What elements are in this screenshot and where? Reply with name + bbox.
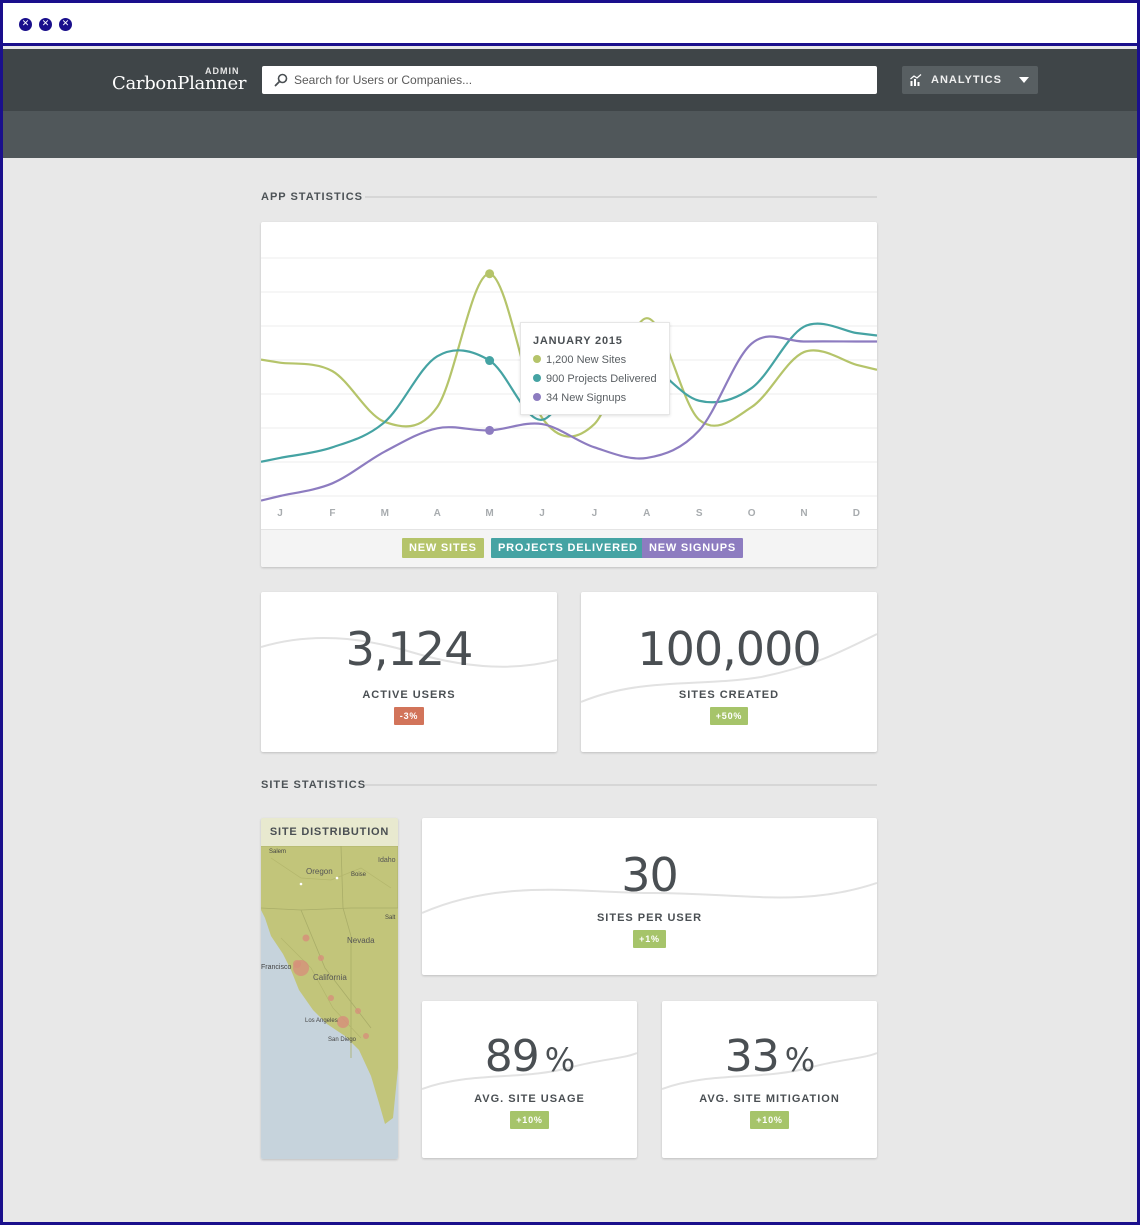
change-badge: -3% <box>393 707 425 725</box>
change-badge: +1% <box>633 930 666 948</box>
analytics-chart-icon <box>910 74 922 86</box>
legend-toggle-new-signups[interactable]: NEW SIGNUPS <box>642 538 744 558</box>
map-place-label: San Diego <box>328 1037 357 1043</box>
legend-dot-icon <box>533 393 541 401</box>
section-divider <box>365 784 877 786</box>
x-tick-label: A <box>643 508 650 519</box>
stat-card-sites-created: 100,000 SITES CREATED +50% <box>581 592 877 752</box>
stat-value: 89% <box>422 1031 637 1082</box>
stat-value: 33% <box>662 1031 877 1082</box>
highlight-point[interactable] <box>485 356 495 366</box>
section-title-site-statistics: SITE STATISTICS <box>261 779 367 791</box>
map-place-label: Nevada <box>347 936 375 945</box>
map-place-label: Francisco <box>261 964 292 971</box>
stat-label: AVG. SITE MITIGATION <box>699 1093 840 1105</box>
map-place-label: Idaho <box>378 857 396 864</box>
highlight-point[interactable] <box>485 269 495 279</box>
legend-dot-icon <box>533 374 541 382</box>
stat-label: ACTIVE USERS <box>362 689 456 701</box>
site-distribution-map-card[interactable]: SITE DISTRIBUTION Salem Oregon Idaho Boi… <box>261 818 398 1159</box>
tooltip-row-projects: 900 Projects Delivered <box>533 373 657 385</box>
change-badge: +10% <box>750 1111 789 1129</box>
chart-legend: NEW SITES PROJECTS DELIVERED NEW SIGNUPS <box>261 529 877 567</box>
x-tick-label: S <box>696 508 703 519</box>
analytics-button-label: ANALYTICS <box>931 74 1002 86</box>
app-statistics-chart-card: J F M A M J J A S O N D JANUARY 2015 1,200 New Site… <box>261 222 877 567</box>
map-title: SITE DISTRIBUTION <box>261 818 398 846</box>
tooltip-row-text: 900 Projects Delivered <box>546 373 657 385</box>
app-logo[interactable]: CarbonPlanner <box>112 73 247 94</box>
stat-card-active-users: 3,124 ACTIVE USERS -3% <box>261 592 557 752</box>
x-tick-label: J <box>592 508 598 519</box>
x-tick-label: J <box>277 508 283 519</box>
x-tick-label: J <box>539 508 545 519</box>
legend-dot-icon <box>533 355 541 363</box>
section-title-app-statistics: APP STATISTICS <box>261 191 364 203</box>
map-place-label: California <box>313 973 347 982</box>
top-navbar: ADMIN CarbonPlanner ANALYTICS <box>3 49 1137 111</box>
map-place-label: Oregon <box>306 867 333 876</box>
window-chrome: ✕ ✕ ✕ <box>3 3 1137 46</box>
stat-value: 30 <box>621 848 679 902</box>
analytics-dropdown-button[interactable]: ANALYTICS <box>902 66 1038 94</box>
tooltip-title: JANUARY 2015 <box>533 335 623 347</box>
search-box[interactable] <box>262 66 877 94</box>
sub-header-bar <box>3 111 1137 158</box>
tooltip-row-text: 34 New Signups <box>546 392 627 404</box>
legend-toggle-new-sites[interactable]: NEW SITES <box>402 538 484 558</box>
search-input[interactable] <box>294 66 864 94</box>
x-tick-label: N <box>800 508 807 519</box>
stat-label: SITES PER USER <box>596 912 703 924</box>
highlight-point[interactable] <box>485 425 495 435</box>
change-badge: +50% <box>709 707 749 725</box>
stat-number: 89 <box>484 1031 540 1082</box>
map-place-label: Los Angeles <box>305 1018 338 1024</box>
change-badge: +10% <box>510 1111 549 1129</box>
x-tick-label: M <box>485 508 493 519</box>
legend-toggle-projects-delivered[interactable]: PROJECTS DELIVERED <box>491 538 645 558</box>
x-tick-label: M <box>381 508 389 519</box>
stat-label: SITES CREATED <box>678 689 780 701</box>
window-close-icon[interactable]: ✕ <box>39 18 52 31</box>
stat-label: AVG. SITE USAGE <box>474 1093 585 1105</box>
stat-unit: % <box>784 1041 815 1079</box>
x-tick-label: A <box>434 508 441 519</box>
tooltip-row-signups: 34 New Signups <box>533 392 626 404</box>
search-icon <box>274 73 288 87</box>
x-tick-label: D <box>853 508 860 519</box>
stat-value: 3,124 <box>345 622 474 676</box>
stat-card-sites-per-user: 30 SITES PER USER +1% <box>422 818 877 975</box>
map-place-label: Salem <box>269 849 287 855</box>
stat-number: 33 <box>724 1031 780 1082</box>
stat-card-avg-site-usage: 89% AVG. SITE USAGE +10% <box>422 1001 637 1158</box>
x-tick-label: O <box>748 508 756 519</box>
window-close-icon[interactable]: ✕ <box>59 18 72 31</box>
stat-unit: % <box>544 1041 575 1079</box>
map-place-label: Salt <box>385 915 396 921</box>
tooltip-row-new-sites: 1,200 New Sites <box>533 354 626 366</box>
app-window: ✕ ✕ ✕ ADMIN CarbonPlanner ANALYTICS AP <box>3 3 1137 1222</box>
map-place-label: Boise <box>351 872 367 878</box>
tooltip-row-text: 1,200 New Sites <box>546 354 627 366</box>
window-close-icon[interactable]: ✕ <box>19 18 32 31</box>
chevron-down-icon <box>1019 77 1029 83</box>
section-divider <box>365 196 877 198</box>
x-tick-label: F <box>329 508 335 519</box>
stat-value: 100,000 <box>637 622 821 676</box>
chart-tooltip: JANUARY 2015 1,200 New Sites 900 Project… <box>520 322 670 415</box>
stat-card-avg-site-mitigation: 33% AVG. SITE MITIGATION +10% <box>662 1001 877 1158</box>
